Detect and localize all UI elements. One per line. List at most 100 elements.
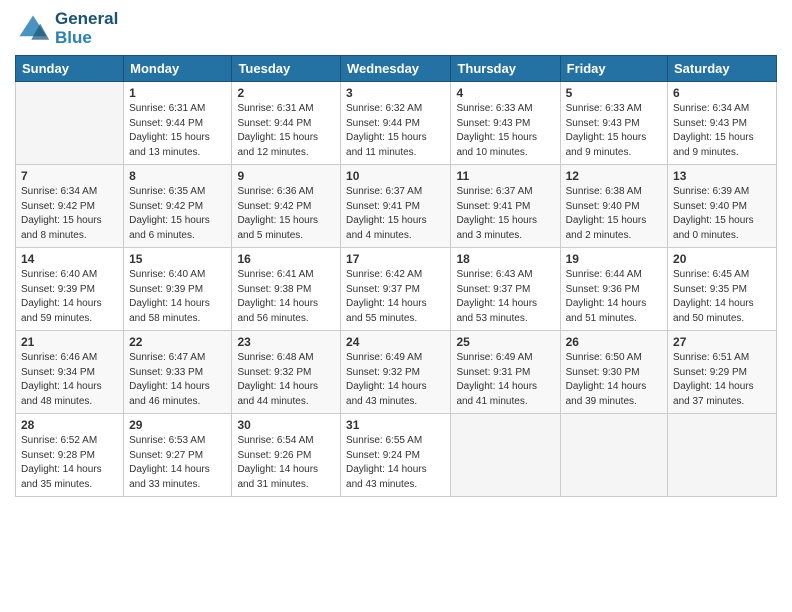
day-info: Sunrise: 6:36 AM Sunset: 9:42 PM Dayligh… <box>237 185 335 243</box>
day-number: 31 <box>346 418 445 432</box>
day-cell: 18Sunrise: 6:43 AM Sunset: 9:37 PM Dayli… <box>451 248 560 331</box>
day-info: Sunrise: 6:37 AM Sunset: 9:41 PM Dayligh… <box>346 185 445 243</box>
day-cell: 30 Sunrise: 6:54 AM Sunset: 9:26 PM Dayli… <box>232 414 341 497</box>
day-info: Sunrise: 6:46 AM Sunset: 9:34 PM Dayligh… <box>21 351 118 409</box>
day-info: Sunrise: 6:40 AM Sunset: 9:39 PM Dayligh… <box>21 268 118 326</box>
day-info: Sunrise: 6:45 AM Sunset: 9:35 PM Dayligh… <box>673 268 771 326</box>
day-cell: 7 Sunrise: 6:34 AM Sunset: 9:42 PM Daylig… <box>16 165 124 248</box>
day-number: 4 <box>456 86 554 100</box>
day-number: 29 <box>129 418 226 432</box>
day-number: 21 <box>21 335 118 349</box>
day-number: 27 <box>673 335 771 349</box>
day-info: Sunrise: 6:34 AM Sunset: 9:42 PM Dayligh… <box>21 185 118 243</box>
day-info: Sunrise: 6:31 AM Sunset: 9:44 PM Dayligh… <box>129 102 226 160</box>
header: General Blue <box>15 10 777 47</box>
day-info: Sunrise: 6:37 AM Sunset: 9:41 PM Dayligh… <box>456 185 554 243</box>
day-cell: 16 Sunrise: 6:41 AM Sunset: 9:38 PM Dayli… <box>232 248 341 331</box>
day-info: Sunrise: 6:34 AM Sunset: 9:43 PM Dayligh… <box>673 102 771 160</box>
day-number: 17 <box>346 252 445 266</box>
day-cell <box>451 414 560 497</box>
weekday-header-wednesday: Wednesday <box>341 56 451 82</box>
day-cell: 13Sunrise: 6:39 AM Sunset: 9:40 PM Dayli… <box>668 165 777 248</box>
logo: General Blue <box>15 10 118 47</box>
calendar: SundayMondayTuesdayWednesdayThursdayFrid… <box>15 55 777 497</box>
day-number: 3 <box>346 86 445 100</box>
day-info: Sunrise: 6:32 AM Sunset: 9:44 PM Dayligh… <box>346 102 445 160</box>
day-info: Sunrise: 6:31 AM Sunset: 9:44 PM Dayligh… <box>237 102 335 160</box>
day-info: Sunrise: 6:54 AM Sunset: 9:26 PM Dayligh… <box>237 434 335 492</box>
day-number: 15 <box>129 252 226 266</box>
weekday-header-monday: Monday <box>124 56 232 82</box>
day-cell <box>16 82 124 165</box>
day-number: 12 <box>566 169 662 183</box>
day-info: Sunrise: 6:48 AM Sunset: 9:32 PM Dayligh… <box>237 351 335 409</box>
day-info: Sunrise: 6:33 AM Sunset: 9:43 PM Dayligh… <box>566 102 662 160</box>
day-info: Sunrise: 6:40 AM Sunset: 9:39 PM Dayligh… <box>129 268 226 326</box>
day-number: 7 <box>21 169 118 183</box>
day-cell: 26 Sunrise: 6:50 AM Sunset: 9:30 PM Dayli… <box>560 331 667 414</box>
day-info: Sunrise: 6:41 AM Sunset: 9:38 PM Dayligh… <box>237 268 335 326</box>
day-cell: 15 Sunrise: 6:40 AM Sunset: 9:39 PM Dayli… <box>124 248 232 331</box>
day-cell: 21 Sunrise: 6:46 AM Sunset: 9:34 PM Dayli… <box>16 331 124 414</box>
week-row-2: 7 Sunrise: 6:34 AM Sunset: 9:42 PM Daylig… <box>16 165 777 248</box>
day-number: 18 <box>456 252 554 266</box>
day-number: 14 <box>21 252 118 266</box>
day-info: Sunrise: 6:38 AM Sunset: 9:40 PM Dayligh… <box>566 185 662 243</box>
day-info: Sunrise: 6:42 AM Sunset: 9:37 PM Dayligh… <box>346 268 445 326</box>
day-cell: 24 Sunrise: 6:49 AM Sunset: 9:32 PM Dayli… <box>341 331 451 414</box>
day-info: Sunrise: 6:49 AM Sunset: 9:32 PM Dayligh… <box>346 351 445 409</box>
day-info: Sunrise: 6:53 AM Sunset: 9:27 PM Dayligh… <box>129 434 226 492</box>
day-cell: 10Sunrise: 6:37 AM Sunset: 9:41 PM Dayli… <box>341 165 451 248</box>
day-cell: 12 Sunrise: 6:38 AM Sunset: 9:40 PM Dayli… <box>560 165 667 248</box>
day-cell: 25Sunrise: 6:49 AM Sunset: 9:31 PM Dayli… <box>451 331 560 414</box>
day-info: Sunrise: 6:47 AM Sunset: 9:33 PM Dayligh… <box>129 351 226 409</box>
day-number: 13 <box>673 169 771 183</box>
week-row-3: 14 Sunrise: 6:40 AM Sunset: 9:39 PM Dayli… <box>16 248 777 331</box>
day-cell: 19Sunrise: 6:44 AM Sunset: 9:36 PM Dayli… <box>560 248 667 331</box>
week-row-5: 28Sunrise: 6:52 AM Sunset: 9:28 PM Dayli… <box>16 414 777 497</box>
day-info: Sunrise: 6:44 AM Sunset: 9:36 PM Dayligh… <box>566 268 662 326</box>
day-number: 22 <box>129 335 226 349</box>
day-number: 6 <box>673 86 771 100</box>
day-cell: 3 Sunrise: 6:32 AM Sunset: 9:44 PM Daylig… <box>341 82 451 165</box>
day-info: Sunrise: 6:50 AM Sunset: 9:30 PM Dayligh… <box>566 351 662 409</box>
day-cell: 4Sunrise: 6:33 AM Sunset: 9:43 PM Daylig… <box>451 82 560 165</box>
weekday-header-saturday: Saturday <box>668 56 777 82</box>
day-cell: 23 Sunrise: 6:48 AM Sunset: 9:32 PM Dayli… <box>232 331 341 414</box>
day-cell: 29 Sunrise: 6:53 AM Sunset: 9:27 PM Dayli… <box>124 414 232 497</box>
weekday-header-thursday: Thursday <box>451 56 560 82</box>
day-cell: 9 Sunrise: 6:36 AM Sunset: 9:42 PM Daylig… <box>232 165 341 248</box>
day-number: 26 <box>566 335 662 349</box>
weekday-header-sunday: Sunday <box>16 56 124 82</box>
day-cell: 14 Sunrise: 6:40 AM Sunset: 9:39 PM Dayli… <box>16 248 124 331</box>
weekday-header-row: SundayMondayTuesdayWednesdayThursdayFrid… <box>16 56 777 82</box>
day-cell: 20 Sunrise: 6:45 AM Sunset: 9:35 PM Dayli… <box>668 248 777 331</box>
day-cell: 31 Sunrise: 6:55 AM Sunset: 9:24 PM Dayli… <box>341 414 451 497</box>
logo-icon <box>15 11 51 47</box>
day-number: 24 <box>346 335 445 349</box>
day-cell: 5Sunrise: 6:33 AM Sunset: 9:43 PM Daylig… <box>560 82 667 165</box>
day-info: Sunrise: 6:49 AM Sunset: 9:31 PM Dayligh… <box>456 351 554 409</box>
day-cell <box>560 414 667 497</box>
day-number: 20 <box>673 252 771 266</box>
week-row-4: 21 Sunrise: 6:46 AM Sunset: 9:34 PM Dayli… <box>16 331 777 414</box>
day-number: 11 <box>456 169 554 183</box>
day-cell: 2 Sunrise: 6:31 AM Sunset: 9:44 PM Daylig… <box>232 82 341 165</box>
day-number: 2 <box>237 86 335 100</box>
week-row-1: 1Sunrise: 6:31 AM Sunset: 9:44 PM Daylig… <box>16 82 777 165</box>
day-number: 8 <box>129 169 226 183</box>
day-info: Sunrise: 6:55 AM Sunset: 9:24 PM Dayligh… <box>346 434 445 492</box>
day-number: 30 <box>237 418 335 432</box>
day-cell: 22 Sunrise: 6:47 AM Sunset: 9:33 PM Dayli… <box>124 331 232 414</box>
day-cell <box>668 414 777 497</box>
day-number: 28 <box>21 418 118 432</box>
day-number: 23 <box>237 335 335 349</box>
day-number: 16 <box>237 252 335 266</box>
logo-text: General Blue <box>55 10 118 47</box>
day-number: 9 <box>237 169 335 183</box>
day-info: Sunrise: 6:35 AM Sunset: 9:42 PM Dayligh… <box>129 185 226 243</box>
day-info: Sunrise: 6:51 AM Sunset: 9:29 PM Dayligh… <box>673 351 771 409</box>
weekday-header-tuesday: Tuesday <box>232 56 341 82</box>
day-cell: 6 Sunrise: 6:34 AM Sunset: 9:43 PM Daylig… <box>668 82 777 165</box>
day-cell: 8 Sunrise: 6:35 AM Sunset: 9:42 PM Daylig… <box>124 165 232 248</box>
